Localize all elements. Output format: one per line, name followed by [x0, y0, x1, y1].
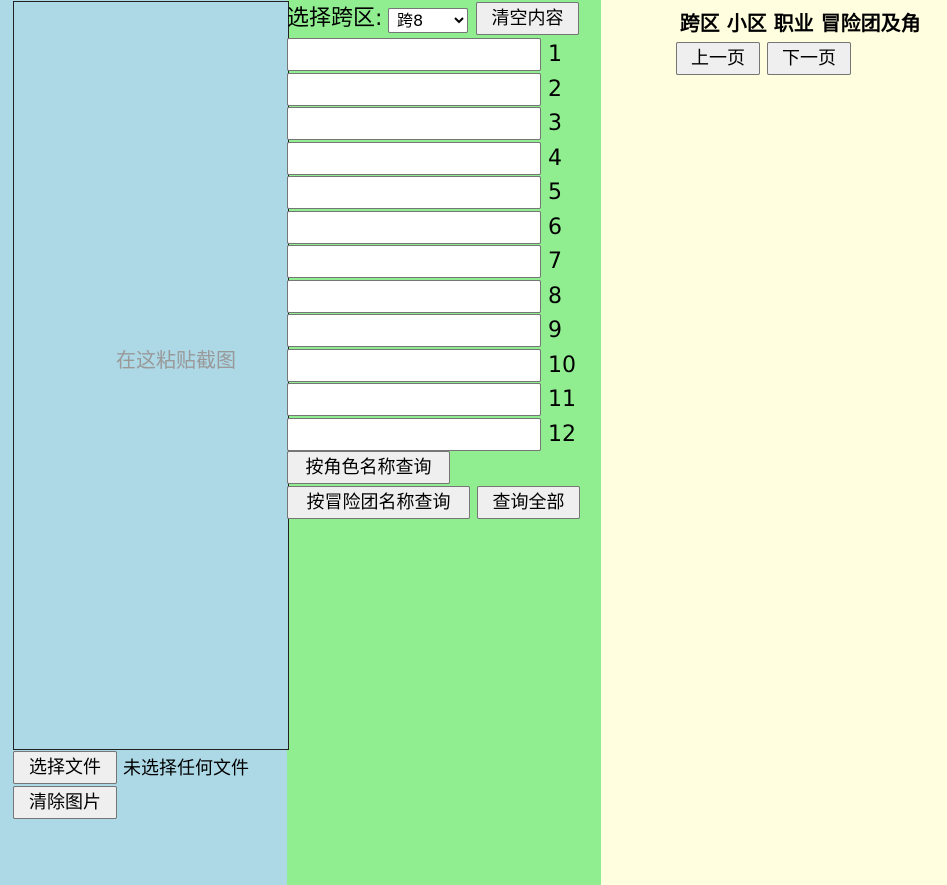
row-number: 7: [548, 249, 562, 274]
row-number: 5: [548, 180, 562, 205]
name-input-12[interactable]: [287, 418, 541, 451]
screenshot-paste-area[interactable]: 在这粘贴截图: [13, 1, 289, 750]
prev-page-button[interactable]: 上一页: [676, 42, 760, 75]
row-number: 8: [548, 284, 562, 309]
clear-image-button[interactable]: 清除图片: [13, 786, 117, 819]
file-status-text: 未选择任何文件: [123, 758, 249, 779]
name-input-3[interactable]: [287, 107, 541, 140]
name-input-11[interactable]: [287, 383, 541, 416]
row-number: 3: [548, 111, 562, 136]
name-input-1[interactable]: [287, 38, 541, 71]
row-number: 9: [548, 318, 562, 343]
row-number: 10: [548, 353, 576, 378]
row-number: 12: [548, 422, 576, 447]
query-all-button[interactable]: 查询全部: [477, 486, 580, 519]
row-number: 1: [548, 42, 562, 67]
region-label: 选择跨区:: [287, 6, 383, 31]
name-input-5[interactable]: [287, 176, 541, 209]
next-page-button[interactable]: 下一页: [767, 42, 851, 75]
row-number: 2: [548, 77, 562, 102]
right-panel: [601, 0, 947, 885]
name-input-6[interactable]: [287, 211, 541, 244]
choose-file-button[interactable]: 选择文件: [13, 751, 117, 784]
name-input-7[interactable]: [287, 245, 541, 278]
row-number: 4: [548, 146, 562, 171]
name-input-10[interactable]: [287, 349, 541, 382]
row-number: 11: [548, 387, 576, 412]
name-input-4[interactable]: [287, 142, 541, 175]
name-input-2[interactable]: [287, 73, 541, 106]
clear-content-button[interactable]: 清空内容: [476, 2, 579, 35]
name-input-9[interactable]: [287, 314, 541, 347]
region-select[interactable]: 跨8: [388, 8, 468, 33]
query-by-guild-button[interactable]: 按冒险团名称查询: [287, 486, 470, 519]
name-input-8[interactable]: [287, 280, 541, 313]
results-header: 跨区 小区 职业 冒险团及角: [680, 11, 921, 35]
paste-placeholder-text: 在这粘贴截图: [116, 348, 236, 372]
query-by-role-button[interactable]: 按角色名称查询: [287, 451, 450, 484]
row-number: 6: [548, 215, 562, 240]
